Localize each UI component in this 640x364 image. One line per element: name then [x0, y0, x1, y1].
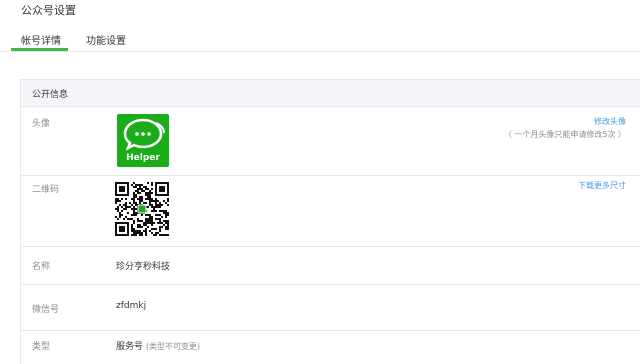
qrcode-label: 二维码: [32, 185, 60, 195]
avatar-label: 头像: [32, 119, 51, 129]
active-tab-indicator: [11, 48, 68, 51]
qrcode-row: 二维码 下载更多尺寸: [21, 176, 640, 247]
public-info-panel: 公开信息 头像 Helper 修改头像 （ 一个月头像只能申请修改5次 ） 二维…: [20, 79, 640, 364]
wechat-id-label: 微信号: [32, 305, 60, 315]
name-label: 名称: [32, 262, 51, 272]
panel-header: 公开信息: [21, 80, 640, 107]
chat-bubbles-icon: [123, 118, 165, 151]
change-avatar-link[interactable]: 修改头像: [594, 116, 626, 127]
type-row: 类型 服务号 (类型不可变更): [21, 331, 640, 364]
tab-account-details[interactable]: 帐号详情: [21, 32, 61, 47]
panel-title: 公开信息: [32, 90, 69, 100]
wechat-id-value: zfdmkj: [116, 301, 147, 311]
type-value-text: 服务号: [116, 342, 144, 352]
qrcode-image: [115, 182, 169, 236]
download-sizes-link[interactable]: 下载更多尺寸: [578, 180, 626, 191]
tab-feature-settings[interactable]: 功能设置: [86, 32, 126, 47]
name-value: 珍分亨秒科技: [116, 262, 171, 272]
tab-bar: 帐号详情 功能设置: [0, 28, 640, 52]
type-value: 服务号 (类型不可变更): [116, 339, 200, 352]
qrcode-pattern: [115, 182, 169, 236]
name-row: 名称 珍分亨秒科技: [21, 247, 640, 285]
page-title: 公众号设置: [21, 4, 76, 17]
type-label: 类型: [32, 342, 51, 352]
avatar-limit-hint: （ 一个月头像只能申请修改5次 ）: [503, 130, 626, 139]
wechat-id-row: 微信号 zfdmkj: [21, 285, 640, 331]
avatar-row: 头像 Helper 修改头像 （ 一个月头像只能申请修改5次 ）: [21, 107, 640, 176]
type-note: (类型不可变更): [145, 342, 201, 351]
avatar: Helper: [117, 114, 169, 167]
avatar-caption: Helper: [126, 153, 160, 163]
